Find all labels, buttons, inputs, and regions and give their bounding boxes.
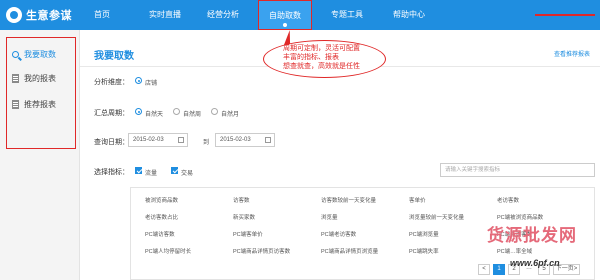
end-date-value: 2015-02-03: [220, 137, 251, 143]
sidebar-item-get-data[interactable]: 我要取数: [12, 44, 74, 64]
sidebar-item-recommended-reports[interactable]: 推荐报表: [12, 94, 74, 114]
annotation-text: 周期可定制，灵活可配置 丰富的指标、报表 想查就查，高效就是任性: [283, 44, 378, 71]
metric-item[interactable]: PC端被浏览商品数: [497, 213, 543, 221]
watermark-title: 货源批发网: [487, 226, 577, 245]
user-menu-redacted[interactable]: [535, 12, 595, 18]
metric-item[interactable]: PC端人均停留时长: [145, 247, 191, 255]
sidebar: 我要取数 我的报表 推荐报表: [0, 30, 80, 280]
search-icon: [12, 50, 19, 58]
dimension-label: 分析维度：: [94, 79, 129, 86]
metric-item[interactable]: PC端跳失率: [409, 247, 439, 255]
metric-item[interactable]: 浏览量: [321, 213, 338, 221]
nav-operation-analysis[interactable]: 经营分析: [198, 0, 248, 30]
logo-text: 生意参谋: [26, 10, 72, 22]
metric-item[interactable]: 新买家数: [233, 213, 255, 221]
indicator-checkbox-trade[interactable]: [171, 167, 178, 174]
period-option-month: 自然月: [221, 112, 240, 118]
annotation-line: 想查就查，高效就是任性: [283, 63, 360, 70]
page-title: 我要取数: [94, 51, 134, 62]
period-radio-month[interactable]: [211, 108, 218, 115]
top-navigation-bar: 生意参谋 首页 实时直播 经营分析 自助取数 专题工具 帮助中心: [0, 0, 600, 30]
indicator-option-trade: 交易: [181, 171, 194, 177]
metric-item[interactable]: 浏览量较前一天变化量: [409, 213, 464, 221]
end-date-input[interactable]: 2015-02-03: [215, 133, 275, 147]
indicator-option-traffic: 流量: [145, 171, 158, 177]
calendar-icon: [265, 137, 271, 143]
view-recommended-reports-link[interactable]: 查看推荐报表: [554, 49, 590, 58]
nav-home[interactable]: 首页: [88, 0, 116, 30]
nav-live[interactable]: 实时直播: [140, 0, 190, 30]
nav-self-service-data[interactable]: 自助取数: [258, 0, 312, 30]
indicator-search-input[interactable]: 请输入关键字搜索指标: [440, 163, 595, 177]
pager-prev[interactable]: <: [478, 264, 490, 275]
metric-item[interactable]: PC端客单价: [233, 230, 263, 238]
pager-page-1[interactable]: 1: [493, 264, 505, 275]
query-date-label: 查询日期：: [94, 139, 129, 146]
period-label: 汇总周期：: [94, 110, 129, 117]
sidebar-item-label: 我要取数: [24, 49, 56, 59]
period-option-week: 自然周: [183, 112, 202, 118]
metric-item[interactable]: PC端访客数: [145, 230, 175, 238]
annotation-line: 丰富的指标、报表: [283, 54, 339, 61]
sidebar-item-label: 我的报表: [24, 73, 56, 83]
indicators-label: 选择指标：: [94, 169, 129, 176]
sidebar-item-label: 推荐报表: [24, 99, 56, 109]
period-radio-week[interactable]: [173, 108, 180, 115]
metric-item[interactable]: 老访客数占比: [145, 213, 178, 221]
metric-item[interactable]: PC端…率全域: [497, 247, 532, 255]
sidebar-item-my-reports[interactable]: 我的报表: [12, 68, 74, 88]
metric-item[interactable]: 访客数: [233, 196, 250, 204]
dimension-option-label: 店铺: [145, 81, 158, 87]
watermark-url: www.6pf.cn: [510, 258, 560, 268]
report-icon: [12, 73, 19, 83]
calendar-icon: [178, 137, 184, 143]
metric-item[interactable]: PC端浏览量: [409, 230, 439, 238]
period-radio-day[interactable]: [135, 108, 142, 115]
dimension-radio-store[interactable]: [135, 77, 142, 84]
metric-item[interactable]: PC端老访客数: [321, 230, 356, 238]
logo[interactable]: 生意参谋: [6, 4, 72, 26]
nav-help-center[interactable]: 帮助中心: [384, 0, 434, 30]
start-date-value: 2015-02-03: [133, 137, 164, 143]
report-icon: [12, 99, 19, 109]
metric-item[interactable]: 被浏览商品数: [145, 196, 178, 204]
logo-icon: [6, 7, 22, 23]
nav-topic-tools[interactable]: 专题工具: [322, 0, 372, 30]
metric-item[interactable]: PC端商品详情页访客数: [233, 247, 290, 255]
date-range-separator: 到: [203, 140, 210, 146]
metric-item[interactable]: 客单价: [409, 196, 426, 204]
period-option-day: 自然天: [145, 112, 164, 118]
annotation-line: 周期可定制，灵活可配置: [283, 45, 360, 52]
metric-item[interactable]: 老访客数: [497, 196, 519, 204]
metric-item[interactable]: 访客数较前一天变化量: [321, 196, 376, 204]
indicator-checkbox-traffic[interactable]: [135, 167, 142, 174]
start-date-input[interactable]: 2015-02-03: [128, 133, 188, 147]
metric-item[interactable]: PC端商品详情页浏览量: [321, 247, 378, 255]
